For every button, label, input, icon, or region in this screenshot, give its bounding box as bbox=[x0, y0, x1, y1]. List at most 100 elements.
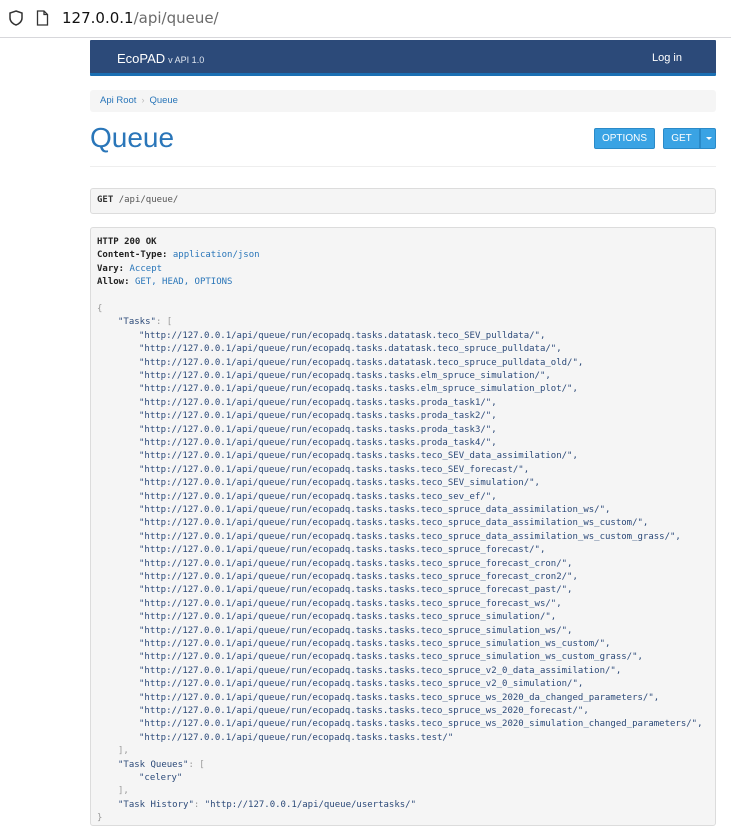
task-link[interactable]: "http://127.0.0.1/api/queue/run/ecopadq.… bbox=[139, 545, 545, 555]
task-link[interactable]: "http://127.0.0.1/api/queue/run/ecopadq.… bbox=[139, 693, 659, 703]
header-value: application/json bbox=[172, 250, 260, 261]
task-url: "http://127.0.0.1/api/queue/run/ecopadq.… bbox=[139, 477, 540, 489]
punctuation: : bbox=[193, 799, 205, 810]
task-link[interactable]: "http://127.0.0.1/api/queue/run/ecopadq.… bbox=[139, 451, 578, 461]
response-status: HTTP 200 OK bbox=[97, 236, 157, 248]
task-url: "http://127.0.0.1/api/queue/run/ecopadq.… bbox=[139, 504, 610, 516]
task-url: "http://127.0.0.1/api/queue/run/ecopadq.… bbox=[139, 732, 453, 744]
status-text: HTTP 200 OK bbox=[97, 237, 157, 247]
task-link[interactable]: "http://127.0.0.1/api/queue/run/ecopadq.… bbox=[139, 733, 453, 743]
task-link[interactable]: "http://127.0.0.1/api/queue/run/ecopadq.… bbox=[139, 719, 703, 729]
task-url: "http://127.0.0.1/api/queue/run/ecopadq.… bbox=[139, 571, 578, 583]
task-link[interactable]: "http://127.0.0.1/api/queue/run/ecopadq.… bbox=[139, 425, 497, 435]
punctuation: ], bbox=[118, 746, 129, 757]
task-link[interactable]: "http://127.0.0.1/api/queue/run/ecopadq.… bbox=[139, 639, 610, 649]
punctuation: ], bbox=[118, 786, 129, 797]
task-link[interactable]: "http://127.0.0.1/api/queue/run/ecopadq.… bbox=[139, 626, 572, 636]
header-key: Allow: bbox=[97, 277, 135, 288]
header-value: Accept bbox=[129, 263, 163, 274]
task-link[interactable]: "http://127.0.0.1/api/queue/run/ecopadq.… bbox=[139, 384, 578, 394]
task-link[interactable]: "http://127.0.0.1/api/queue/run/ecopadq.… bbox=[139, 438, 497, 448]
task-link[interactable]: "http://127.0.0.1/api/queue/run/ecopadq.… bbox=[139, 572, 578, 582]
task-link[interactable]: "http://127.0.0.1/api/queue/run/ecopadq.… bbox=[139, 398, 497, 408]
breadcrumb: Api Root › Queue bbox=[90, 90, 716, 112]
task-link[interactable]: "http://127.0.0.1/api/queue/run/ecopadq.… bbox=[139, 612, 556, 622]
json-key-task-history: "Task History": "http://127.0.0.1/api/qu… bbox=[118, 799, 416, 811]
browser-url-bar[interactable]: 127.0.0.1/api/queue/ bbox=[0, 0, 731, 38]
options-button[interactable]: OPTIONS bbox=[594, 128, 655, 149]
task-url: "http://127.0.0.1/api/queue/run/ecopadq.… bbox=[139, 598, 562, 610]
task-url: "http://127.0.0.1/api/queue/run/ecopadq.… bbox=[139, 424, 497, 436]
task-history-link[interactable]: "http://127.0.0.1/api/queue/usertasks/" bbox=[205, 800, 416, 810]
task-url: "http://127.0.0.1/api/queue/run/ecopadq.… bbox=[139, 531, 681, 543]
task-link[interactable]: "http://127.0.0.1/api/queue/run/ecopadq.… bbox=[139, 599, 562, 609]
json-close-task-queues: ], bbox=[118, 785, 129, 797]
url-host: 127.0.0.1 bbox=[62, 9, 134, 27]
task-link[interactable]: "http://127.0.0.1/api/queue/run/ecopadq.… bbox=[139, 358, 583, 368]
request-method: GET bbox=[97, 195, 114, 205]
brand-name: EcoPAD bbox=[117, 51, 166, 66]
task-link[interactable]: "http://127.0.0.1/api/queue/run/ecopadq.… bbox=[139, 518, 648, 528]
task-link[interactable]: "http://127.0.0.1/api/queue/run/ecopadq.… bbox=[139, 492, 497, 502]
task-url: "http://127.0.0.1/api/queue/run/ecopadq.… bbox=[139, 383, 578, 395]
task-url: "http://127.0.0.1/api/queue/run/ecopadq.… bbox=[139, 357, 583, 369]
task-url: "http://127.0.0.1/api/queue/run/ecopadq.… bbox=[139, 450, 578, 462]
task-url: "http://127.0.0.1/api/queue/run/ecopadq.… bbox=[139, 692, 659, 704]
task-url: "http://127.0.0.1/api/queue/run/ecopadq.… bbox=[139, 651, 643, 663]
task-link[interactable]: "http://127.0.0.1/api/queue/run/ecopadq.… bbox=[139, 666, 621, 676]
task-link[interactable]: "http://127.0.0.1/api/queue/run/ecopadq.… bbox=[139, 371, 551, 381]
task-link[interactable]: "http://127.0.0.1/api/queue/run/ecopadq.… bbox=[139, 465, 529, 475]
json-close-tasks: ], bbox=[118, 745, 129, 757]
brace: { bbox=[97, 304, 103, 314]
header-value: GET, HEAD, OPTIONS bbox=[134, 277, 233, 288]
punctuation: : [ bbox=[155, 317, 173, 328]
page-icon bbox=[36, 10, 49, 26]
task-link[interactable]: "http://127.0.0.1/api/queue/run/ecopadq.… bbox=[139, 505, 610, 515]
task-link[interactable]: "http://127.0.0.1/api/queue/run/ecopadq.… bbox=[139, 478, 540, 488]
task-url: "http://127.0.0.1/api/queue/run/ecopadq.… bbox=[139, 410, 497, 422]
task-url: "http://127.0.0.1/api/queue/run/ecopadq.… bbox=[139, 370, 551, 382]
task-link[interactable]: "http://127.0.0.1/api/queue/run/ecopadq.… bbox=[139, 679, 583, 689]
task-url: "http://127.0.0.1/api/queue/run/ecopadq.… bbox=[139, 491, 497, 503]
breadcrumb-api-root[interactable]: Api Root bbox=[100, 95, 136, 106]
get-format-dropdown[interactable] bbox=[700, 128, 716, 149]
task-url: "http://127.0.0.1/api/queue/run/ecopadq.… bbox=[139, 544, 545, 556]
task-link[interactable]: "http://127.0.0.1/api/queue/run/ecopadq.… bbox=[139, 331, 545, 341]
json-key-task-queues: "Task Queues": [ bbox=[118, 759, 205, 771]
task-url: "http://127.0.0.1/api/queue/run/ecopadq.… bbox=[139, 558, 572, 570]
json-key-tasks: "Tasks": [ bbox=[118, 316, 172, 328]
queue-value: "celery" bbox=[139, 773, 183, 783]
task-url: "http://127.0.0.1/api/queue/run/ecopadq.… bbox=[139, 678, 583, 690]
task-url: "http://127.0.0.1/api/queue/run/ecopadq.… bbox=[139, 343, 562, 355]
breadcrumb-queue[interactable]: Queue bbox=[149, 95, 178, 106]
shield-icon[interactable] bbox=[9, 10, 23, 26]
app-navbar: EcoPAD v API 1.0 Log in bbox=[90, 40, 716, 76]
json-key: "Task History" bbox=[118, 799, 194, 810]
task-link[interactable]: "http://127.0.0.1/api/queue/run/ecopadq.… bbox=[139, 344, 562, 354]
response-header: Vary: Accept bbox=[97, 263, 162, 275]
login-link[interactable]: Log in bbox=[652, 52, 682, 64]
task-link[interactable]: "http://127.0.0.1/api/queue/run/ecopadq.… bbox=[139, 585, 572, 595]
task-url: "http://127.0.0.1/api/queue/run/ecopadq.… bbox=[139, 584, 572, 596]
json-key: "Task Queues" bbox=[118, 759, 189, 770]
task-url: "http://127.0.0.1/api/queue/run/ecopadq.… bbox=[139, 397, 497, 409]
url-text[interactable]: 127.0.0.1/api/queue/ bbox=[62, 9, 219, 27]
task-link[interactable]: "http://127.0.0.1/api/queue/run/ecopadq.… bbox=[139, 706, 589, 716]
get-button[interactable]: GET bbox=[663, 128, 700, 149]
task-link[interactable]: "http://127.0.0.1/api/queue/run/ecopadq.… bbox=[139, 559, 572, 569]
caret-down-icon bbox=[706, 137, 712, 140]
brand-logo[interactable]: EcoPAD v API 1.0 bbox=[117, 51, 204, 66]
task-url: "http://127.0.0.1/api/queue/run/ecopadq.… bbox=[139, 611, 556, 623]
title-divider bbox=[90, 166, 716, 167]
task-url: "http://127.0.0.1/api/queue/run/ecopadq.… bbox=[139, 718, 703, 730]
response-header: Content-Type: application/json bbox=[97, 249, 260, 261]
header-key: Vary: bbox=[97, 263, 130, 274]
task-link[interactable]: "http://127.0.0.1/api/queue/run/ecopadq.… bbox=[139, 411, 497, 421]
task-queue-value: "celery" bbox=[139, 772, 182, 784]
task-link[interactable]: "http://127.0.0.1/api/queue/run/ecopadq.… bbox=[139, 532, 681, 542]
url-path: /api/queue/ bbox=[133, 9, 219, 27]
task-url: "http://127.0.0.1/api/queue/run/ecopadq.… bbox=[139, 517, 648, 529]
task-link[interactable]: "http://127.0.0.1/api/queue/run/ecopadq.… bbox=[139, 652, 643, 662]
api-version: v API 1.0 bbox=[168, 55, 205, 65]
task-url: "http://127.0.0.1/api/queue/run/ecopadq.… bbox=[139, 638, 610, 650]
